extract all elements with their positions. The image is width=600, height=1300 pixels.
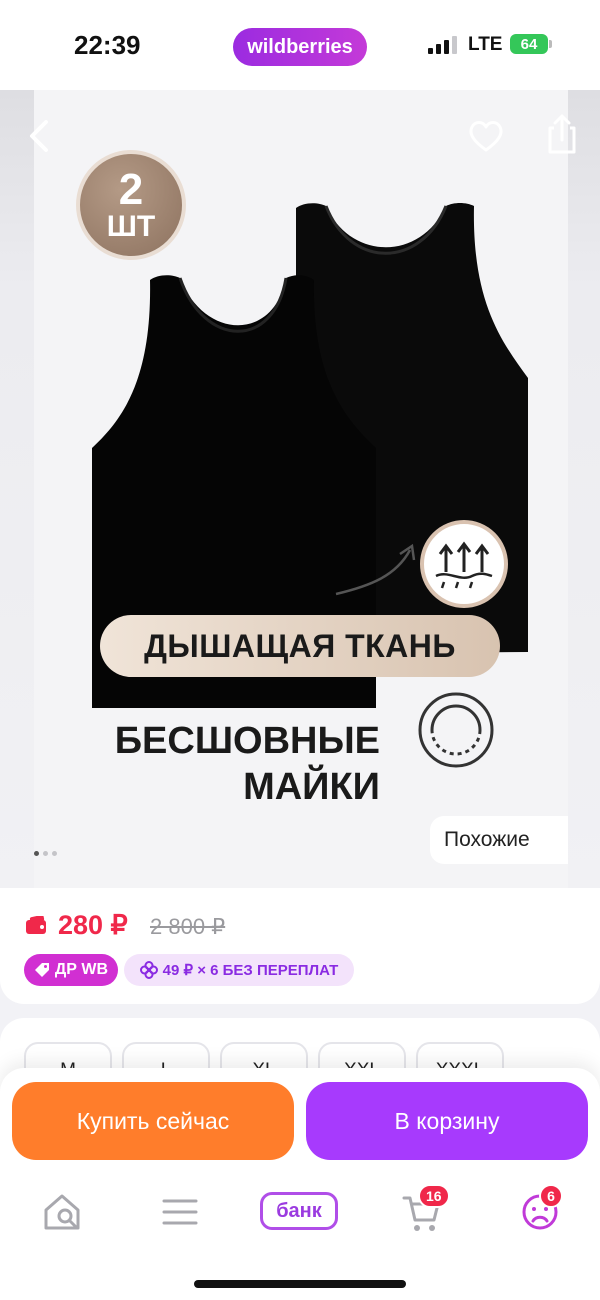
battery-tip <box>549 40 552 48</box>
birthday-tag[interactable]: ДР WB <box>24 954 118 986</box>
purchase-bar: Купить сейчас В корзину <box>0 1068 600 1176</box>
seamless-caption: БЕСШОВНЫЕ МАЙКИ <box>100 718 380 810</box>
tab-bar: банк 16 6 <box>0 1176 600 1300</box>
old-price: 2 800 ₽ <box>150 914 226 939</box>
status-bar: 22:39 wildberries LTE 64 <box>0 0 600 90</box>
birthday-tag-label: ДР WB <box>54 961 109 978</box>
bank-tab[interactable]: банк <box>260 1192 338 1230</box>
buy-now-button[interactable]: Купить сейчас <box>12 1082 294 1160</box>
similar-button[interactable]: Похожие <box>430 816 568 864</box>
current-price: 280 ₽ <box>58 910 128 940</box>
seamless-caption-line2: МАЙКИ <box>243 766 380 808</box>
product-gallery[interactable]: 2 ШТ ДЫШАЩАЯ ТКАНЬ БЕСШОВНЫЕ МАЙКИ Похож… <box>0 90 600 890</box>
battery-icon: 64 <box>510 34 548 54</box>
seamless-caption-line1: БЕСШОВНЫЕ <box>114 720 380 762</box>
catalog-menu-icon[interactable] <box>158 1190 202 1234</box>
pagination-dot <box>43 850 48 856</box>
signal-icon <box>428 36 457 54</box>
pagination-dot <box>34 850 39 856</box>
breathable-fabric-banner: ДЫШАЩАЯ ТКАНЬ <box>100 615 500 677</box>
breathable-fabric-icon <box>420 520 508 608</box>
network-type: LTE <box>468 34 503 55</box>
home-indicator <box>194 1280 406 1288</box>
share-icon[interactable] <box>542 112 582 156</box>
product-screen: 22:39 wildberries LTE 64 2 ШТ ДЫШАЩАЯ ТК… <box>0 0 600 1300</box>
status-time: 22:39 <box>74 30 141 60</box>
installment-tag[interactable]: 49 ₽ × 6 БЕЗ ПЕРЕПЛАТ <box>124 954 354 986</box>
wallet-icon <box>26 916 46 934</box>
tag-icon <box>34 963 49 977</box>
pagination-dot <box>52 850 57 856</box>
home-search-icon[interactable] <box>40 1190 84 1234</box>
cart-count-badge: 16 <box>418 1184 450 1208</box>
app-pill[interactable]: wildberries <box>233 28 367 66</box>
add-to-cart-button[interactable]: В корзину <box>306 1082 588 1160</box>
price-card: 280 ₽ 2 800 ₽ ДР WB 49 ₽ × 6 БЕЗ ПЕРЕПЛА… <box>0 888 600 1004</box>
back-arrow-icon[interactable] <box>22 114 58 158</box>
installment-tag-label: 49 ₽ × 6 БЕЗ ПЕРЕПЛАТ <box>162 962 339 979</box>
seamless-circle-icon <box>418 692 494 768</box>
profile-count-badge: 6 <box>539 1184 563 1208</box>
clover-icon <box>139 961 158 979</box>
gallery-pagination <box>34 848 70 858</box>
heart-icon[interactable] <box>466 116 506 156</box>
